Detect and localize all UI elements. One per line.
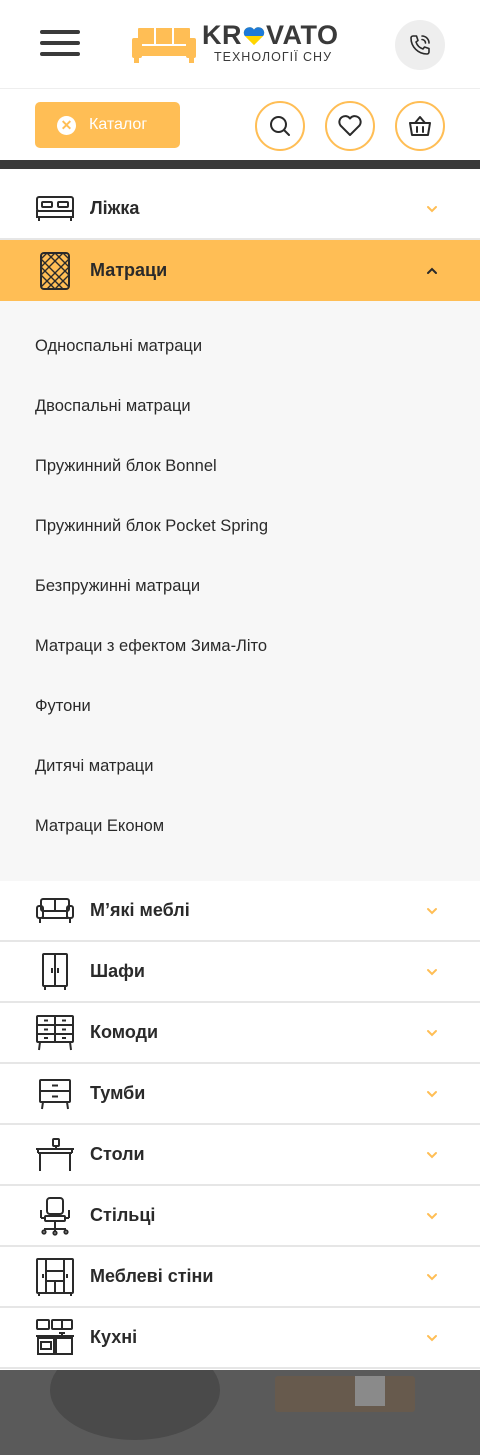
toolbar: ✕ Каталог [0,89,480,159]
heart-icon [338,115,362,136]
category-wardrobes[interactable]: Шафи [0,942,480,1003]
chevron-down-icon [427,1334,437,1341]
background-product-image [275,1376,415,1412]
close-icon: ✕ [57,115,76,135]
category-label: Столи [90,1144,145,1164]
kitchen-icon [35,1318,75,1358]
chevron-up-icon [427,267,437,274]
mattress-icon [35,251,75,291]
submenu-item[interactable]: Пружинний блок Pocket Spring [0,496,480,556]
table-icon [35,1135,75,1175]
page-overlay-strip [0,1370,480,1455]
chevron-down-icon [427,1029,437,1036]
hamburger-icon[interactable] [40,30,80,60]
category-label: Комоди [90,1022,159,1042]
category-kitchens[interactable]: Кухні [0,1308,480,1369]
menu-top-divider [0,160,480,169]
category-label: М’які меблі [90,900,190,920]
nightstand-icon [35,1074,75,1114]
submenu-item[interactable]: Дитячі матраци [0,736,480,796]
chevron-down-icon [427,1151,437,1158]
category-chairs[interactable]: Стільці [0,1186,480,1247]
category-nightstands[interactable]: Тумби [0,1064,480,1125]
category-label: Ліжка [90,198,140,218]
chevron-down-icon [427,205,437,212]
phone-icon [410,35,430,55]
bed-icon [35,189,75,229]
submenu-item[interactable]: Односпальні матраци [0,316,480,376]
chevron-down-icon [427,968,437,975]
chevron-down-icon [427,1273,437,1280]
category-label: Шафи [90,961,145,981]
catalog-menu: Ліжка Матраци Односпальні матраци Двоспа… [0,179,480,1369]
category-label: Стільці [90,1205,156,1225]
category-dressers[interactable]: Комоди [0,1003,480,1064]
logo[interactable]: KR VATO ТЕХНОЛОГІЇ СНУ [132,20,352,68]
chevron-down-icon [427,1212,437,1219]
dresser-icon [35,1013,75,1053]
category-label: Матраци [90,260,168,280]
logo-word-right: VATO [266,20,339,50]
category-label: Меблеві стіни [90,1266,214,1286]
category-label: Кухні [90,1327,138,1347]
submenu-item[interactable]: Безпружинні матраци [0,556,480,616]
basket-icon [409,116,431,136]
category-tables[interactable]: Столи [0,1125,480,1186]
phone-button[interactable] [395,20,445,70]
category-wall-units[interactable]: Меблеві стіни [0,1247,480,1308]
wardrobe-icon [35,952,75,992]
wishlist-button[interactable] [325,101,375,151]
category-beds[interactable]: Ліжка [0,179,480,240]
logo-wordmark: KR VATO [202,20,339,51]
catalog-label: Каталог [89,116,148,133]
search-icon [270,116,290,136]
category-label: Тумби [90,1083,146,1103]
search-button[interactable] [255,101,305,151]
submenu-item[interactable]: Матраци Економ [0,796,480,856]
heart-flag-icon [243,26,265,45]
site-header: KR VATO ТЕХНОЛОГІЇ СНУ [0,0,480,89]
submenu-item[interactable]: Пружинний блок Bonnel [0,436,480,496]
catalog-button[interactable]: ✕ Каталог [35,102,180,148]
office-chair-icon [35,1196,75,1236]
submenu-item[interactable]: Двоспальні матраци [0,376,480,436]
background-product-image [355,1376,385,1406]
mattress-submenu: Односпальні матраци Двоспальні матраци П… [0,301,480,881]
wall-unit-icon [35,1257,75,1297]
cart-button[interactable] [395,101,445,151]
chevron-down-icon [427,1090,437,1097]
submenu-item[interactable]: Матраци з ефектом Зима-Літо [0,616,480,676]
logo-word-left: KR [202,20,242,50]
chevron-down-icon [427,907,437,914]
submenu-item[interactable]: Футони [0,676,480,736]
background-product-image [50,1370,220,1440]
category-mattresses[interactable]: Матраци [0,240,480,301]
logo-sofa-icon [132,28,196,63]
category-sofas[interactable]: М’які меблі [0,881,480,942]
sofa-icon [35,891,75,931]
logo-tagline: ТЕХНОЛОГІЇ СНУ [214,50,333,64]
